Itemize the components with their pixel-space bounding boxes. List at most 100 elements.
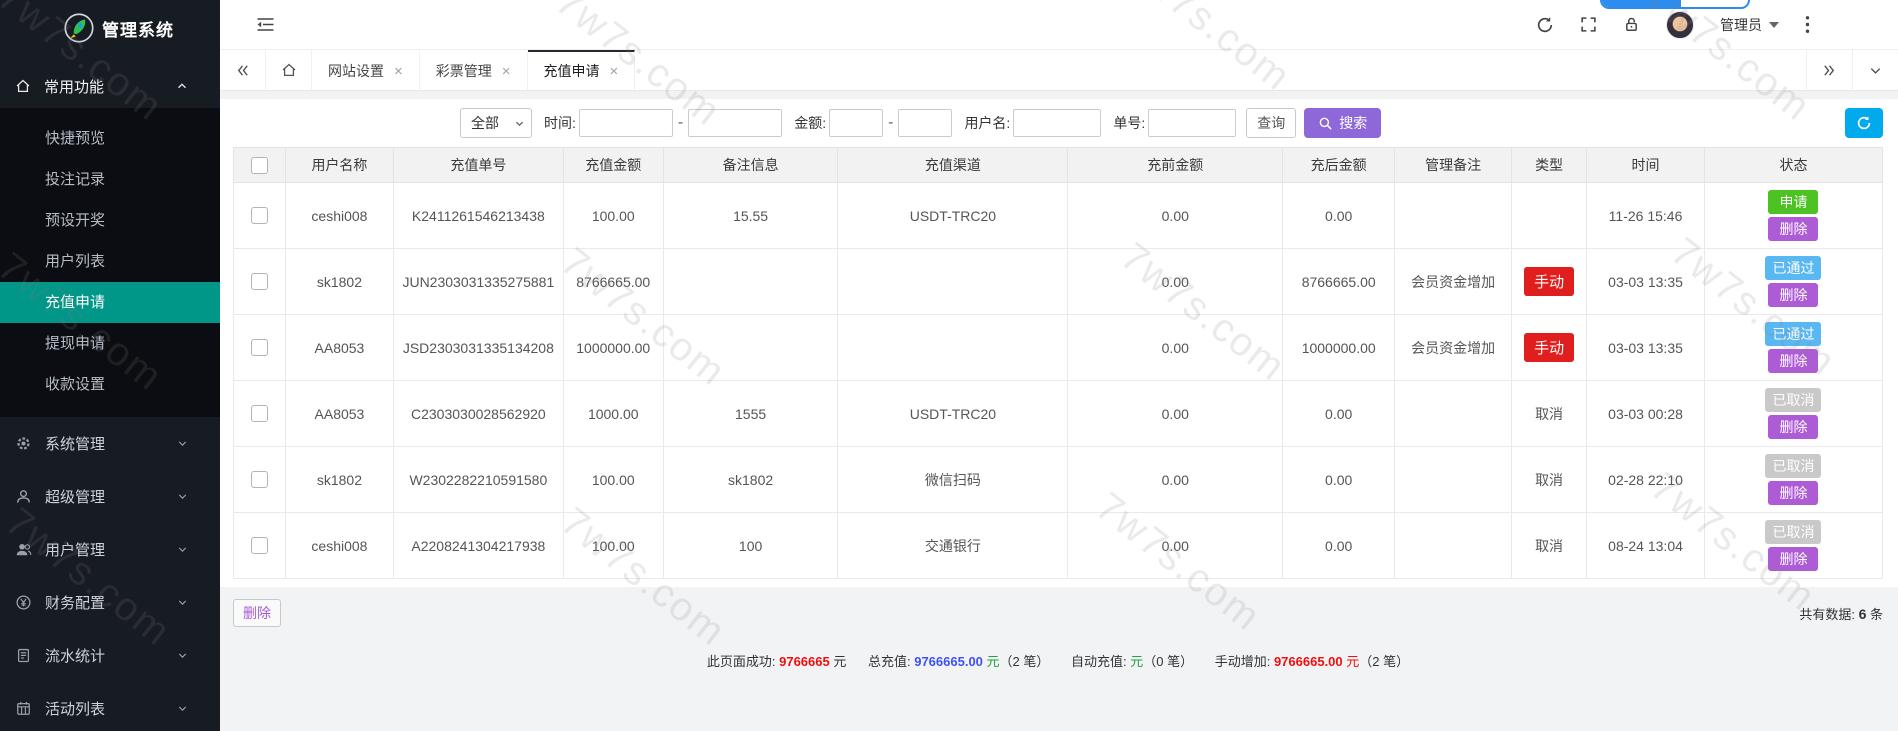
sidebar-item-common-functions[interactable]: 常用功能 xyxy=(0,64,220,108)
amount-max-input[interactable] xyxy=(898,109,952,137)
sidebar-item-user-list[interactable]: 用户列表 xyxy=(0,241,220,282)
cell-username: sk1802 xyxy=(285,249,393,315)
status-badge[interactable]: 已取消 xyxy=(1765,388,1821,412)
stat-auto-recharge: 自动充值: 元（0 笔） xyxy=(1071,654,1197,669)
cell-remark xyxy=(663,315,838,381)
count-unit: 条 xyxy=(1866,607,1883,622)
sidebar-item-payment-settings[interactable]: 收款设置 xyxy=(0,364,220,405)
content-gap xyxy=(220,91,1898,99)
tab-recharge-request[interactable]: 充值申请 × xyxy=(528,50,636,90)
tabs-scroll-left-icon[interactable] xyxy=(220,50,266,90)
status-badge[interactable]: 申请 xyxy=(1768,190,1818,214)
tab-lottery-management[interactable]: 彩票管理 × xyxy=(420,50,528,90)
cell-username: AA8053 xyxy=(285,315,393,381)
sidebar-item-recharge-request[interactable]: 充值申请 xyxy=(0,282,220,323)
table-refresh-button[interactable] xyxy=(1845,108,1883,138)
cell-order-no: C2303030028562920 xyxy=(393,381,563,447)
sidebar-item-bet-records[interactable]: 投注记录 xyxy=(0,159,220,200)
table-header-row: 用户名称 充值单号 充值金额 备注信息 充值渠道 充前金额 充后金额 管理备注 … xyxy=(234,148,1883,183)
delete-badge[interactable]: 删除 xyxy=(1768,349,1818,373)
tab-close-icon[interactable]: × xyxy=(394,64,403,79)
yen-circle-icon xyxy=(15,594,32,611)
sidebar-item-quick-preview[interactable]: 快捷预览 xyxy=(0,118,220,159)
bulk-delete-button[interactable]: 删除 xyxy=(233,599,281,627)
delete-badge[interactable]: 删除 xyxy=(1768,415,1818,439)
tab-label: 彩票管理 xyxy=(436,61,492,81)
top-header: 管理员 xyxy=(220,0,1898,50)
sidebar-group-system-management[interactable]: 系统管理 xyxy=(0,417,220,470)
type-badge: 取消 xyxy=(1535,538,1563,554)
cell-before-amount: 0.00 xyxy=(1068,249,1283,315)
search-button[interactable]: 搜索 xyxy=(1304,108,1381,138)
select-all-checkbox[interactable] xyxy=(251,157,268,174)
cell-channel: 交通银行 xyxy=(838,513,1068,579)
status-badge[interactable]: 已取消 xyxy=(1765,520,1821,544)
cell-remark: sk1802 xyxy=(663,447,838,513)
tab-close-icon[interactable]: × xyxy=(502,64,511,79)
type-filter-select[interactable]: 全部 xyxy=(460,108,532,138)
sidebar-group-super-management[interactable]: 超级管理 xyxy=(0,470,220,523)
cell-time: 08-24 13:04 xyxy=(1587,513,1705,579)
tab-close-icon[interactable]: × xyxy=(610,64,619,79)
status-badge[interactable]: 已取消 xyxy=(1765,454,1821,478)
range-dash: - xyxy=(888,114,893,132)
collapse-sidebar-icon[interactable] xyxy=(256,16,275,33)
time-from-input[interactable] xyxy=(579,109,673,137)
stat-total-recharge: 总充值: 9766665.00 元（2 笔） xyxy=(868,654,1053,669)
row-checkbox[interactable] xyxy=(251,207,268,224)
order-no-input[interactable] xyxy=(1148,109,1236,137)
sidebar-item-preset-draw[interactable]: 预设开奖 xyxy=(0,200,220,241)
tab-website-settings[interactable]: 网站设置 × xyxy=(312,50,420,90)
cell-after-amount: 0.00 xyxy=(1283,447,1395,513)
chevron-up-icon xyxy=(175,79,189,93)
cell-before-amount: 0.00 xyxy=(1068,447,1283,513)
row-checkbox[interactable] xyxy=(251,339,268,356)
row-checkbox[interactable] xyxy=(251,471,268,488)
row-checkbox[interactable] xyxy=(251,405,268,422)
tab-home-icon[interactable] xyxy=(266,50,312,90)
lock-icon[interactable] xyxy=(1623,16,1640,33)
time-to-input[interactable] xyxy=(688,109,782,137)
chevron-down-icon xyxy=(176,543,189,556)
admin-menu[interactable]: 管理员 xyxy=(1720,15,1779,35)
status-badge[interactable]: 已通过 xyxy=(1765,322,1821,346)
cell-before-amount: 0.00 xyxy=(1068,513,1283,579)
row-checkbox[interactable] xyxy=(251,537,268,554)
sidebar-group-finance-config[interactable]: 财务配置 xyxy=(0,576,220,629)
sidebar-group-activity-list[interactable]: 活动列表 xyxy=(0,682,220,731)
sidebar-group-user-management[interactable]: 用户管理 xyxy=(0,523,220,576)
kebab-menu-icon[interactable] xyxy=(1805,15,1810,34)
delete-badge[interactable]: 删除 xyxy=(1768,481,1818,505)
sidebar-group-label: 超级管理 xyxy=(45,486,105,507)
col-before-amount: 充前金额 xyxy=(1068,148,1283,183)
query-button[interactable]: 查询 xyxy=(1246,108,1296,138)
cell-amount: 100.00 xyxy=(563,513,663,579)
cell-admin-remark xyxy=(1395,381,1512,447)
fullscreen-icon[interactable] xyxy=(1580,16,1597,33)
delete-badge[interactable]: 删除 xyxy=(1768,547,1818,571)
tabs-menu-icon[interactable] xyxy=(1852,50,1898,90)
row-checkbox[interactable] xyxy=(251,273,268,290)
filter-toolbar: 全部 时间: - 金额: - 用户名: 单号: 查询 xyxy=(220,99,1898,147)
refresh-icon[interactable] xyxy=(1536,16,1554,34)
delete-badge[interactable]: 删除 xyxy=(1768,217,1818,241)
tabs-scroll-right-icon[interactable] xyxy=(1806,50,1852,90)
delete-badge[interactable]: 删除 xyxy=(1768,283,1818,307)
cell-before-amount: 0.00 xyxy=(1068,315,1283,381)
summary-stats: 此页面成功: 9766665 元 总充值: 9766665.00 元（2 笔） … xyxy=(233,651,1883,670)
notification-pill xyxy=(1600,0,1750,9)
cell-channel xyxy=(838,315,1068,381)
cell-channel: USDT-TRC20 xyxy=(838,183,1068,249)
col-admin-remark: 管理备注 xyxy=(1395,148,1512,183)
sidebar-group-label: 系统管理 xyxy=(45,433,105,454)
col-order-no: 充值单号 xyxy=(393,148,563,183)
chevron-down-icon xyxy=(176,437,189,450)
cell-order-no: A2208241304217938 xyxy=(393,513,563,579)
admin-label: 管理员 xyxy=(1720,15,1762,35)
status-badge[interactable]: 已通过 xyxy=(1765,256,1821,280)
avatar[interactable] xyxy=(1666,11,1694,39)
sidebar-group-turnover-statistics[interactable]: 流水统计 xyxy=(0,629,220,682)
amount-min-input[interactable] xyxy=(829,109,883,137)
username-input[interactable] xyxy=(1013,109,1101,137)
sidebar-item-withdraw-request[interactable]: 提现申请 xyxy=(0,323,220,364)
